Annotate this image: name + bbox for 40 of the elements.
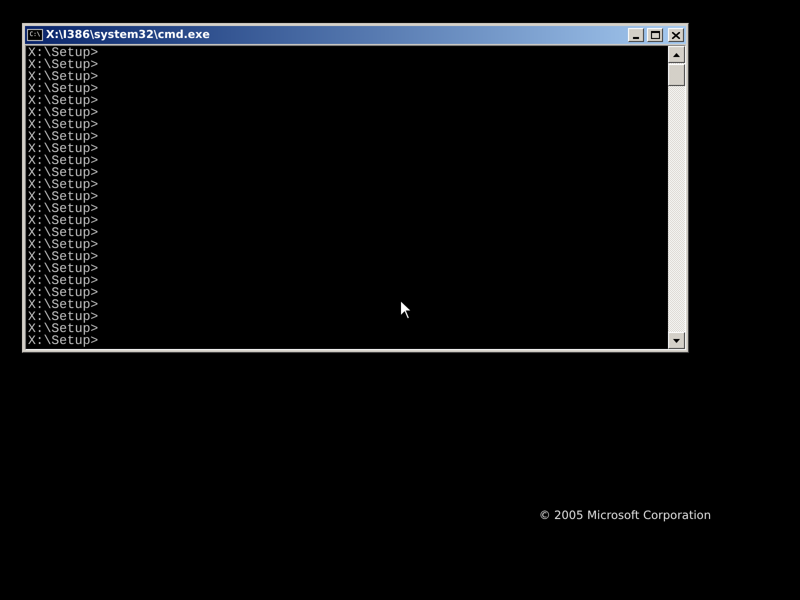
console-line: X:\Setup>: [28, 131, 98, 143]
minimize-icon: [633, 37, 639, 39]
console-line: X:\Setup>: [28, 323, 98, 335]
up-arrow-icon: [673, 52, 680, 56]
console-line: X:\Setup>: [28, 251, 98, 263]
console-line: X:\Setup>: [28, 107, 98, 119]
console-line: X:\Setup>: [28, 239, 98, 251]
console-line: X:\Setup>: [28, 179, 98, 191]
console-line: X:\Setup>: [28, 227, 98, 239]
console-line: X:\Setup>: [28, 311, 98, 323]
console-line: X:\Setup>: [28, 203, 98, 215]
console-line: X:\Setup>: [28, 275, 98, 287]
console-line: X:\Setup>: [28, 335, 98, 347]
console-line: X:\Setup>: [28, 143, 98, 155]
maximize-icon: [650, 31, 660, 39]
copyright: © 2005 Microsoft Corporation: [539, 507, 712, 524]
maximize-button[interactable]: [647, 28, 663, 42]
console-line: X:\Setup>: [28, 119, 98, 131]
console-line: X:\Setup>: [28, 59, 98, 71]
mouse-pointer-icon: [400, 300, 412, 320]
vertical-scrollbar[interactable]: [668, 46, 685, 349]
close-button[interactable]: [668, 28, 684, 42]
minimize-button[interactable]: [628, 28, 644, 42]
console-line: X:\Setup>: [28, 155, 98, 167]
window-title: X:\I386\system32\cmd.exe: [46, 26, 210, 43]
console-line: X:\Setup>: [28, 47, 98, 59]
scroll-thumb[interactable]: [668, 64, 685, 86]
console-line: X:\Setup>: [28, 95, 98, 107]
console-line: X:\Setup>: [28, 167, 98, 179]
console-line: X:\Setup>: [28, 71, 98, 83]
scroll-down-button[interactable]: [668, 332, 685, 349]
down-arrow-icon: [673, 338, 680, 342]
console-line: X:\Setup>: [28, 191, 98, 203]
console-line: X:\Setup>: [28, 215, 98, 227]
scroll-up-button[interactable]: [668, 46, 685, 63]
console-line: X:\Setup>: [28, 263, 98, 275]
console-line: X:\Setup>: [28, 287, 98, 299]
console-line: X:\Setup>: [28, 299, 98, 311]
console-line: X:\Setup>: [28, 83, 98, 95]
close-icon: [672, 32, 680, 38]
